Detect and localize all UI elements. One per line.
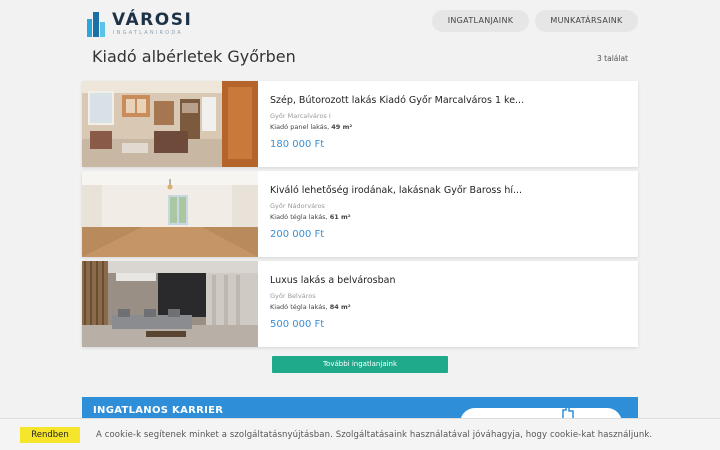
listing-type: Kiadó tégla lakás, 84 m² [270, 303, 630, 311]
logo[interactable]: VÁROSI INGATLANIRODA [86, 9, 196, 39]
more-properties-button[interactable]: További ingatlanjaink [272, 356, 448, 373]
listing-card[interactable]: Szép, Bútorozott lakás Kiadó Győr Marcal… [82, 81, 638, 167]
site-header: VÁROSI INGATLANIRODA INGATLANJAINK MUNKA… [0, 0, 720, 44]
listing-area: 61 m² [329, 213, 351, 221]
listing-type: Kiadó tégla lakás, 61 m² [270, 213, 630, 221]
listing-area: 49 m² [331, 123, 353, 131]
listing-type-label: Kiadó panel lakás, [270, 123, 330, 131]
listing-body: Szép, Bútorozott lakás Kiadó Győr Marcal… [270, 95, 630, 150]
listing-photo[interactable] [82, 171, 258, 257]
listing-card[interactable]: Kiváló lehetőség irodának, lakásnak Győr… [82, 171, 638, 257]
listing-type-label: Kiadó tégla lakás, [270, 213, 328, 221]
logo-text: VÁROSI [112, 10, 193, 30]
listing-type: Kiadó panel lakás, 49 m² [270, 123, 630, 131]
listing-title[interactable]: Szép, Bútorozott lakás Kiadó Győr Marcal… [270, 95, 630, 106]
logo-subtitle: INGATLANIRODA [113, 30, 183, 36]
listing-body: Kiváló lehetőség irodának, lakásnak Győr… [270, 185, 630, 240]
listing-body: Luxus lakás a belvárosban Győr Belváros … [270, 275, 630, 330]
cookie-accept-button[interactable]: Rendben [20, 427, 80, 443]
listing-title[interactable]: Kiváló lehetőség irodának, lakásnak Győr… [270, 185, 630, 196]
page-title: Kiadó albérletek Győrben [92, 47, 296, 66]
nav-colleagues-button[interactable]: MUNKATÁRSAINK [535, 10, 638, 32]
listing-type-label: Kiadó tégla lakás, [270, 303, 328, 311]
listing-photo[interactable] [82, 261, 258, 347]
listing-price: 180 000 Ft [270, 139, 325, 150]
building-logo-icon [87, 12, 105, 37]
listing-area: 84 m² [329, 303, 351, 311]
listing-title[interactable]: Luxus lakás a belvárosban [270, 275, 630, 286]
listing-location: Győr Nádorváros [270, 202, 325, 210]
cookie-bar: Rendben A cookie-k segítenek minket a sz… [0, 418, 720, 450]
cookie-text: A cookie-k segítenek minket a szolgáltat… [96, 430, 653, 440]
nav-properties-button[interactable]: INGATLANJAINK [432, 10, 529, 32]
result-count: 3 találat [597, 54, 628, 63]
listing-photo[interactable] [82, 81, 258, 167]
listing-price: 500 000 Ft [270, 319, 325, 330]
listing-card[interactable]: Luxus lakás a belvárosban Győr Belváros … [82, 261, 638, 347]
listing-price: 200 000 Ft [270, 229, 325, 240]
listing-location: Győr Marcalváros I [270, 112, 331, 120]
career-title: INGATLANOS KARRIER [93, 405, 224, 416]
listing-location: Győr Belváros [270, 292, 316, 300]
